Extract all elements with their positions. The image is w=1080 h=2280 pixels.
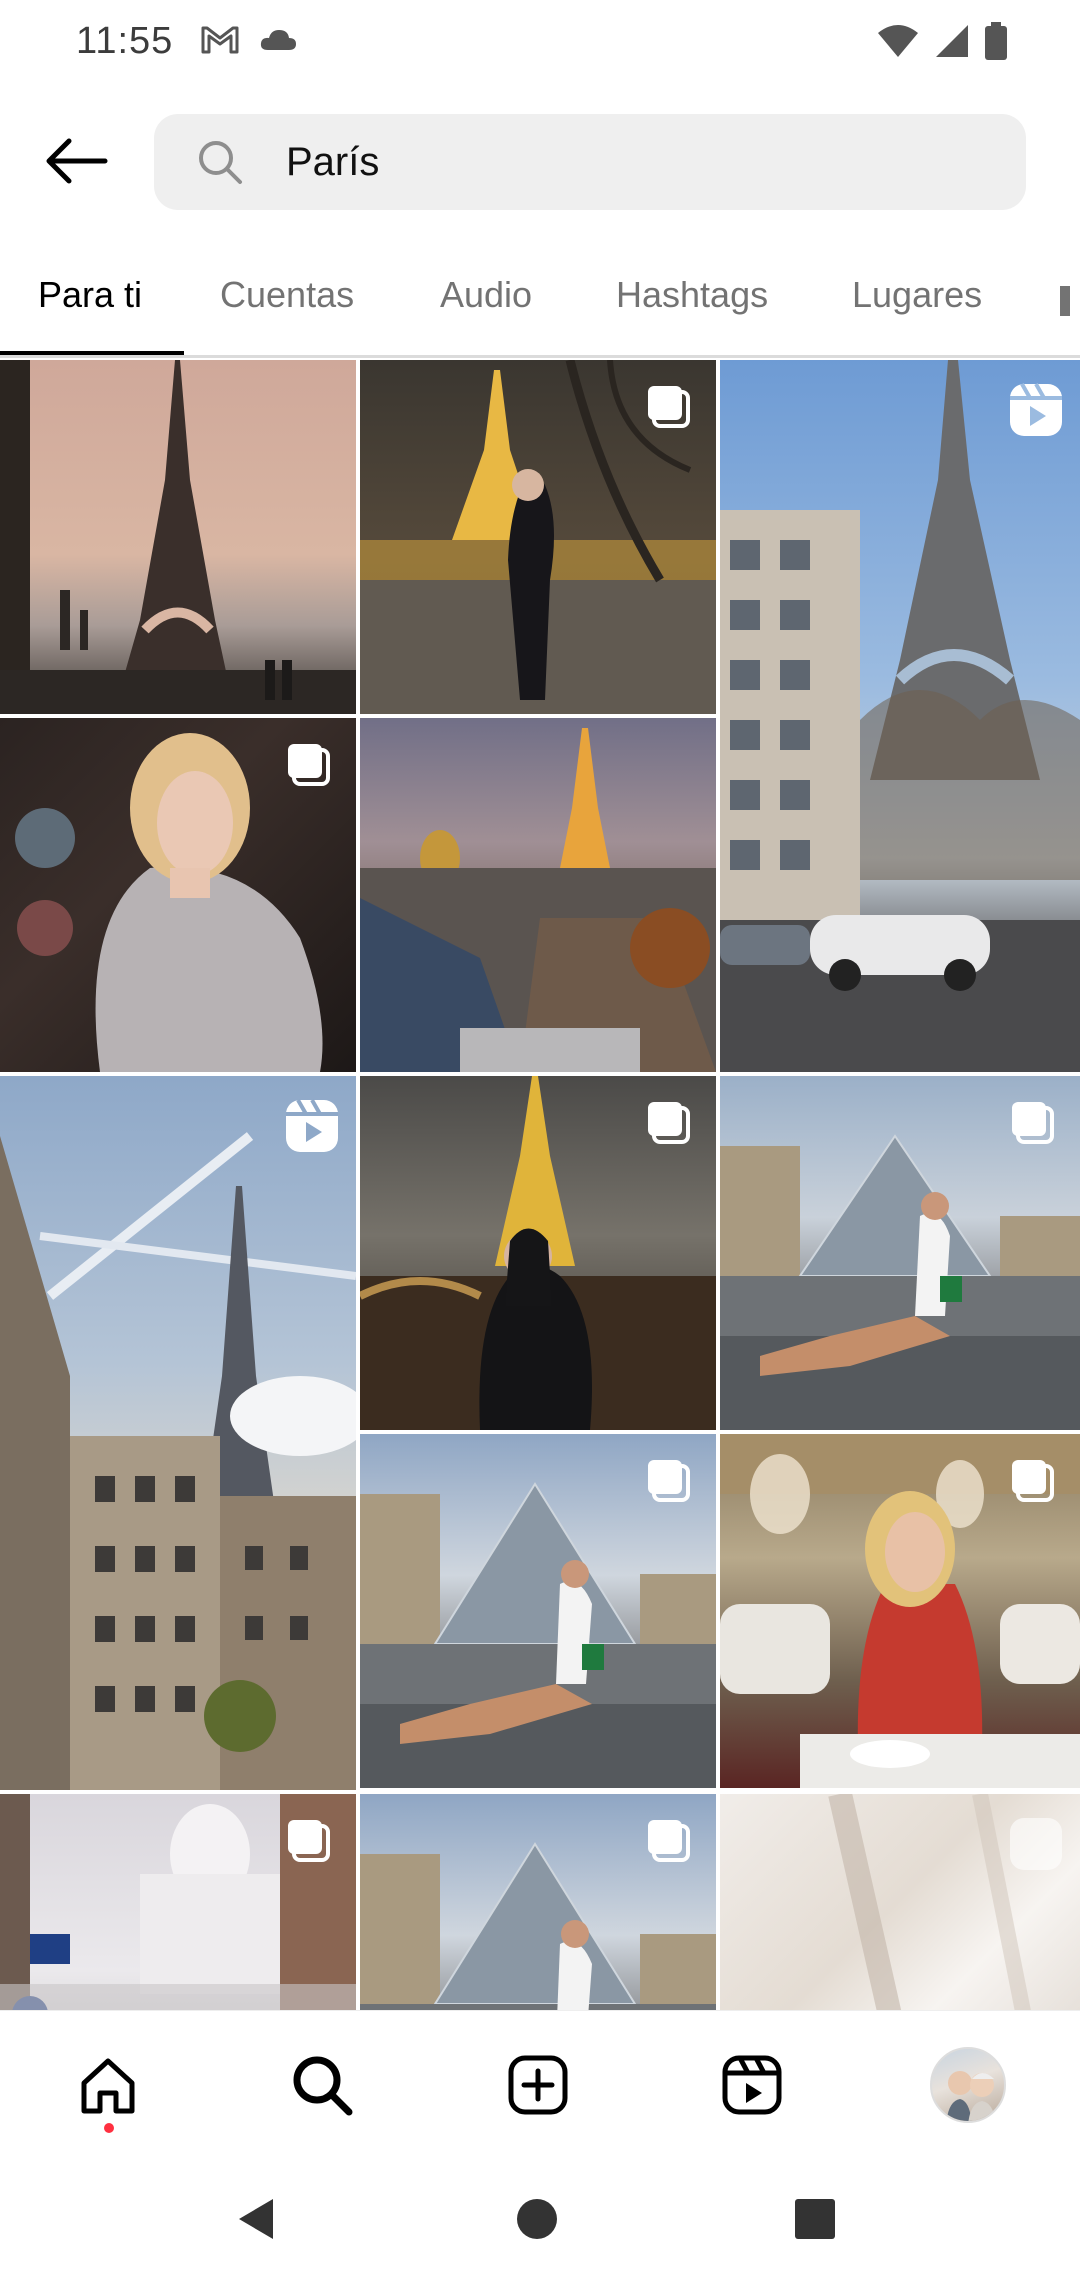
grid-tile[interactable] <box>360 1076 716 1430</box>
grid-tile[interactable] <box>360 718 716 1072</box>
photo-eiffel-street <box>720 360 1080 1072</box>
grid-tile[interactable] <box>720 360 1080 1072</box>
carousel-icon <box>1006 1096 1058 1148</box>
reels-badge-icon <box>1006 380 1062 436</box>
tab-hashtags[interactable]: Hashtags <box>616 274 768 316</box>
back-button[interactable] <box>36 128 116 198</box>
grid-tile[interactable] <box>720 1434 1080 1788</box>
create-icon <box>506 2053 570 2122</box>
tab-more-partial[interactable] <box>1060 286 1070 316</box>
system-recents-button[interactable] <box>780 2186 850 2256</box>
wifi-icon <box>876 23 920 64</box>
system-back-button[interactable] <box>222 2186 292 2256</box>
carousel-icon <box>282 738 334 790</box>
tab-lugares[interactable]: Lugares <box>852 274 982 316</box>
home-notification-dot <box>104 2123 114 2133</box>
cloud-icon <box>258 26 298 59</box>
arrow-left-icon <box>43 137 109 190</box>
status-bar: 11:55 <box>0 0 1080 88</box>
grid-tile[interactable] <box>360 1434 716 1788</box>
carousel-icon <box>642 380 694 432</box>
home-icon <box>76 2053 140 2122</box>
bottom-navigation <box>0 2010 1080 2160</box>
status-time: 11:55 <box>76 20 174 62</box>
nav-reels[interactable] <box>712 2047 792 2127</box>
recents-square-icon <box>791 2195 839 2248</box>
active-tab-indicator <box>0 351 184 355</box>
system-home-button[interactable] <box>502 2186 572 2256</box>
nav-create[interactable] <box>498 2047 578 2127</box>
carousel-icon <box>1006 1454 1058 1506</box>
search-tabs: Para ti Cuentas Audio Hashtags Lugares <box>0 238 1080 358</box>
back-triangle-icon <box>233 2195 281 2248</box>
reels-badge-icon <box>282 1096 338 1152</box>
grid-tile[interactable] <box>720 1794 1080 2010</box>
carousel-icon <box>642 1814 694 1866</box>
carousel-icon <box>642 1454 694 1506</box>
system-navigation-bar <box>0 2160 1080 2280</box>
home-circle-icon <box>513 2195 561 2248</box>
gmail-icon <box>200 24 240 61</box>
carousel-icon <box>282 1814 334 1866</box>
search-icon <box>196 138 244 186</box>
photo-eiffel-sunset <box>0 360 356 714</box>
profile-avatar[interactable] <box>930 2047 1006 2123</box>
status-left-icons <box>200 24 298 61</box>
signal-icon <box>934 23 970 64</box>
grid-tile[interactable] <box>0 718 356 1072</box>
nav-search[interactable] <box>282 2047 362 2127</box>
grid-tile[interactable] <box>720 1076 1080 1430</box>
grid-tile[interactable] <box>360 360 716 714</box>
photo-eiffel-buildings <box>0 1132 356 1790</box>
nav-home[interactable] <box>68 2047 148 2127</box>
reels-icon <box>720 2053 784 2122</box>
grid-tile[interactable] <box>0 1076 356 1790</box>
search-header <box>0 100 1080 230</box>
tab-para-ti[interactable]: Para ti <box>38 274 142 316</box>
search-bar[interactable] <box>154 114 1026 210</box>
status-right-icons <box>876 22 1008 65</box>
explore-grid <box>0 360 1080 2010</box>
search-icon <box>289 2052 355 2123</box>
avatar-image <box>946 2071 996 2121</box>
photo-paris-rooftops <box>360 728 716 1072</box>
grid-tile[interactable] <box>0 1794 356 2010</box>
tab-cuentas[interactable]: Cuentas <box>220 274 354 316</box>
grid-tile[interactable] <box>360 1794 716 2010</box>
battery-icon <box>984 22 1008 65</box>
grid-tile[interactable] <box>0 360 356 714</box>
search-input[interactable] <box>286 114 986 210</box>
carousel-icon <box>642 1096 694 1148</box>
tab-audio[interactable]: Audio <box>440 274 532 316</box>
reels-badge-icon <box>1006 1814 1062 1870</box>
